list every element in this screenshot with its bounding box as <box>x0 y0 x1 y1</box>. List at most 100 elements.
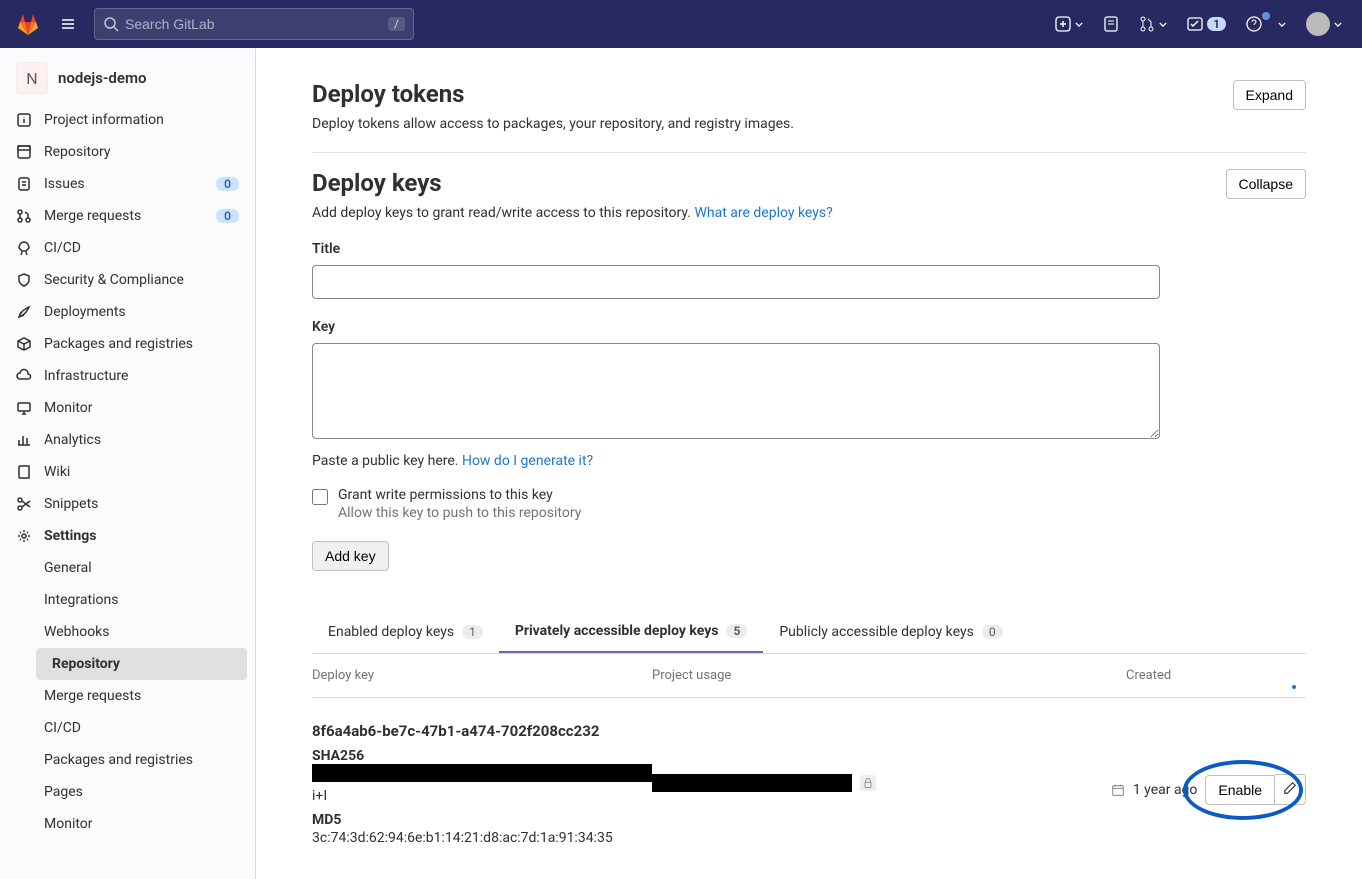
sidebar-item-label: Repository <box>52 656 120 672</box>
section-desc: Add deploy keys to grant read/write acce… <box>312 205 833 221</box>
col-created: Created <box>1126 668 1306 683</box>
sidebar-item-label: Deployments <box>44 304 126 320</box>
sidebar-item-label: Issues <box>44 176 85 192</box>
tab-enabled[interactable]: Enabled deploy keys1 <box>312 611 499 653</box>
expand-button[interactable]: Expand <box>1233 80 1306 110</box>
title-label: Title <box>312 241 1306 257</box>
md5-label: MD5 <box>312 812 652 828</box>
badge: 0 <box>216 177 239 191</box>
subnav-webhooks[interactable]: Webhooks <box>28 616 255 648</box>
tab-label: Privately accessible deploy keys <box>515 623 719 639</box>
todos-link[interactable]: 1 <box>1183 12 1230 36</box>
monitor-icon <box>16 400 32 416</box>
subnav-general[interactable]: General <box>28 552 255 584</box>
key-name: 8f6a4ab6-be7c-47b1-a474-702f208cc232 <box>312 722 652 740</box>
sidebar-item-project-info[interactable]: Project information <box>0 104 255 136</box>
deploy-key-row: 8f6a4ab6-be7c-47b1-a474-702f208cc232 SHA… <box>312 698 1306 870</box>
write-perm-checkbox[interactable] <box>312 489 328 505</box>
col-project-usage: Project usage <box>652 668 1126 683</box>
pencil-icon <box>1283 781 1297 795</box>
deploy-keys-section: Deploy keys Add deploy keys to grant rea… <box>312 153 1306 879</box>
sidebar-item-security[interactable]: Security & Compliance <box>0 264 255 296</box>
gear-icon <box>16 528 32 544</box>
tab-public[interactable]: Publicly accessible deploy keys0 <box>763 611 1018 653</box>
sidebar-item-merge-requests[interactable]: Merge requests 0 <box>0 200 255 232</box>
collapse-button[interactable]: Collapse <box>1226 169 1306 199</box>
search-box[interactable]: / <box>94 8 414 40</box>
help-menu[interactable] <box>1242 12 1290 36</box>
subnav-pages[interactable]: Pages <box>28 776 255 808</box>
sidebar-item-snippets[interactable]: Snippets <box>0 488 255 520</box>
sidebar-item-label: Infrastructure <box>44 368 128 384</box>
sidebar-item-label: Packages and registries <box>44 336 193 352</box>
deploy-tokens-section: Deploy tokens Deploy tokens allow access… <box>312 64 1306 153</box>
subnav-monitor[interactable]: Monitor <box>28 808 255 840</box>
sidebar-item-issues[interactable]: Issues 0 <box>0 168 255 200</box>
sidebar-item-analytics[interactable]: Analytics <box>0 424 255 456</box>
checkbox-label: Grant write permissions to this key <box>338 487 581 503</box>
subnav-packages[interactable]: Packages and registries <box>28 744 255 776</box>
repo-icon <box>16 144 32 160</box>
subnav-repository[interactable]: Repository <box>36 648 247 680</box>
tab-private[interactable]: Privately accessible deploy keys5 <box>499 611 764 653</box>
menu-icon[interactable] <box>52 8 84 40</box>
sidebar-item-monitor[interactable]: Monitor <box>0 392 255 424</box>
badge: 0 <box>216 209 239 223</box>
sidebar-item-wiki[interactable]: Wiki <box>0 456 255 488</box>
tab-badge: 1 <box>462 625 483 639</box>
chevron-down-icon <box>1278 22 1286 27</box>
generate-link[interactable]: How do I generate it? <box>462 453 593 469</box>
sidebar-item-label: Packages and registries <box>44 752 193 768</box>
notification-dot <box>1262 12 1270 20</box>
sidebar-item-label: Analytics <box>44 432 101 448</box>
subnav-cicd[interactable]: CI/CD <box>28 712 255 744</box>
sidebar-item-label: Merge requests <box>44 208 141 224</box>
section-desc: Deploy tokens allow access to packages, … <box>312 116 794 132</box>
sidebar-item-infrastructure[interactable]: Infrastructure <box>0 360 255 392</box>
add-key-button[interactable]: Add key <box>312 541 389 571</box>
sidebar-item-packages[interactable]: Packages and registries <box>0 328 255 360</box>
create-menu[interactable] <box>1051 12 1087 36</box>
sidebar-item-label: Pages <box>44 784 83 800</box>
rocket-icon <box>16 240 32 256</box>
main-content: Deploy tokens Deploy tokens allow access… <box>256 48 1362 879</box>
user-menu[interactable] <box>1302 8 1346 40</box>
issues-icon <box>1103 16 1119 32</box>
sidebar-item-label: Monitor <box>44 400 93 416</box>
key-label: Key <box>312 319 1306 335</box>
usage-user: i+I <box>312 788 652 804</box>
redacted-fingerprint <box>312 764 652 782</box>
subnav-integrations[interactable]: Integrations <box>28 584 255 616</box>
sidebar-item-repository[interactable]: Repository <box>0 136 255 168</box>
key-textarea[interactable] <box>312 343 1160 439</box>
sidebar-item-label: Monitor <box>44 816 93 832</box>
chart-icon <box>16 432 32 448</box>
merge-icon <box>1139 16 1155 32</box>
gitlab-logo-icon[interactable] <box>16 12 40 36</box>
edit-button[interactable] <box>1275 774 1306 805</box>
created-time: 1 year ago <box>1133 782 1198 798</box>
subnav-merge-requests[interactable]: Merge requests <box>28 680 255 712</box>
title-input[interactable] <box>312 265 1160 299</box>
section-title: Deploy keys <box>312 169 833 197</box>
sidebar-item-cicd[interactable]: CI/CD <box>0 232 255 264</box>
sidebar-item-settings[interactable]: Settings <box>0 520 255 552</box>
enable-button[interactable]: Enable <box>1205 775 1275 805</box>
search-input[interactable] <box>125 16 388 32</box>
key-hint: Paste a public key here. How do I genera… <box>312 453 1306 469</box>
shield-icon <box>16 272 32 288</box>
desc-text: Add deploy keys to grant read/write acce… <box>312 205 694 221</box>
sha-label: SHA256 <box>312 748 652 764</box>
project-name: nodejs-demo <box>58 69 146 87</box>
search-shortcut: / <box>388 17 405 31</box>
hint-text: Paste a public key here. <box>312 453 462 469</box>
deploy-icon <box>16 304 32 320</box>
package-icon <box>16 336 32 352</box>
sidebar-item-deployments[interactable]: Deployments <box>0 296 255 328</box>
what-are-deploy-keys-link[interactable]: What are deploy keys? <box>694 205 832 221</box>
checkbox-sub: Allow this key to push to this repositor… <box>338 505 581 521</box>
issues-link[interactable] <box>1099 12 1123 36</box>
merge-requests-link[interactable] <box>1135 12 1171 36</box>
project-header[interactable]: N nodejs-demo <box>0 52 255 104</box>
todos-badge: 1 <box>1207 17 1226 31</box>
